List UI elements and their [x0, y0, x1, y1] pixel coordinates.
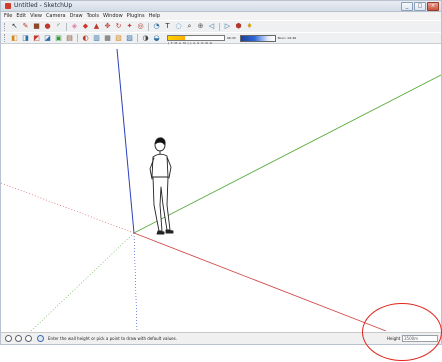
left-view-icon[interactable]: ▤ [65, 34, 74, 43]
toolbar-separator [77, 34, 78, 42]
sketchup-logo-icon [5, 3, 11, 9]
toolbar-separator [137, 34, 138, 42]
tape-measure-icon[interactable]: ◔ [152, 22, 161, 31]
front-view-icon[interactable]: ◩ [32, 34, 41, 43]
info-icon[interactable] [37, 335, 44, 342]
menu-plugins[interactable]: Plugins [127, 12, 145, 20]
zoom-extents-icon[interactable]: ⊕ [196, 22, 205, 31]
scene-canvas[interactable] [1, 45, 441, 331]
next-view-icon[interactable]: ▷ [223, 22, 232, 31]
window-controls: _ □ × [401, 2, 439, 11]
shadow-date-slider[interactable]: J F M A M J J A S O N D [167, 34, 225, 45]
drawing-viewport[interactable] [1, 45, 441, 331]
views-toolbar: ◧ ◨ ◩ ◪ ▣ ▤ ◐ ▥ ▦ ▧ ▨ ◑ ◒ J F M A M J J A S O N D 06:4… [1, 33, 441, 45]
main-toolbar: ↖ ✎ ■ ● ◜ ◈ ◆ ▲ ✥ ↻ ✦ ◎ ◔ T ◌ ⌕ ⊕ ◁ ▷ ⬢ ♦ [1, 21, 441, 32]
get-models-icon[interactable]: ⬢ [234, 22, 243, 31]
window-title: Untitled - SketchUp [14, 2, 73, 9]
menu-draw[interactable]: Draw [70, 12, 83, 20]
xray-icon[interactable]: ◐ [81, 34, 90, 43]
circle-icon[interactable]: ● [43, 22, 52, 31]
time-end-label: 04:46 [287, 36, 297, 40]
green-axis-dotted [30, 232, 135, 331]
time-mid-label: Noon [277, 36, 286, 40]
red-axis-dotted [1, 182, 135, 234]
scale-figure[interactable] [149, 137, 174, 235]
menu-camera[interactable]: Camera [46, 12, 66, 20]
menu-edit[interactable]: Edit [16, 12, 26, 20]
blue-axis-solid [116, 48, 135, 234]
menu-window[interactable]: Window [103, 12, 123, 20]
offset-icon[interactable]: ◎ [136, 22, 145, 31]
move-icon[interactable]: ✥ [103, 22, 112, 31]
time-start-label: 06:43 [227, 36, 236, 40]
menu-view[interactable]: View [30, 12, 42, 20]
back-view-icon[interactable]: ▣ [54, 34, 63, 43]
highlight-circle [362, 303, 442, 361]
geo-location-icon[interactable] [5, 335, 12, 342]
toolbar-grip[interactable] [4, 34, 7, 42]
pencil-icon[interactable]: ✎ [21, 22, 30, 31]
shadow-date-track[interactable]: J F M A M J J A S O N D [167, 35, 225, 45]
red-axis-solid [133, 232, 387, 331]
top-view-icon[interactable]: ◨ [21, 34, 30, 43]
share-model-icon[interactable]: ♦ [245, 22, 254, 31]
green-axis-solid [133, 74, 441, 234]
title-bar: Untitled - SketchUp _ □ × [1, 1, 441, 12]
eraser-icon[interactable]: ◈ [70, 22, 79, 31]
menu-tools[interactable]: Tools [87, 12, 99, 20]
credits-icon[interactable] [15, 335, 22, 342]
toolbar-grip[interactable] [4, 22, 7, 31]
menu-help[interactable]: Help [149, 12, 160, 20]
fog-icon[interactable]: ◒ [152, 34, 161, 43]
user-icon[interactable] [25, 335, 32, 342]
minimize-button[interactable]: _ [401, 2, 413, 11]
toolbar-separator [148, 22, 149, 31]
rectangle-icon[interactable]: ■ [32, 22, 41, 31]
paint-bucket-icon[interactable]: ◆ [81, 22, 90, 31]
previous-view-icon[interactable]: ◁ [207, 22, 216, 31]
shaded-icon[interactable]: ▧ [114, 34, 123, 43]
status-message: Enter the wall height or pick a point to… [48, 336, 177, 341]
hidden-line-icon[interactable]: ▦ [103, 34, 112, 43]
right-view-icon[interactable]: ◪ [43, 34, 52, 43]
select-icon[interactable]: ↖ [10, 22, 19, 31]
toolbar-separator [66, 22, 67, 31]
orbit-icon[interactable]: ◌ [174, 22, 183, 31]
rotate-icon[interactable]: ↻ [114, 22, 123, 31]
menu-file[interactable]: File [4, 12, 12, 20]
text-icon[interactable]: T [163, 22, 172, 31]
toolbar-separator [219, 22, 220, 31]
sketchup-window: Untitled - SketchUp _ □ × File Edit View… [0, 0, 442, 345]
menu-bar: File Edit View Camera Draw Tools Window … [1, 12, 441, 20]
maximize-button[interactable]: □ [414, 2, 426, 11]
push-pull-icon[interactable]: ▲ [92, 22, 101, 31]
zoom-icon[interactable]: ⌕ [185, 22, 194, 31]
shadows-icon[interactable]: ◑ [141, 34, 150, 43]
arc-icon[interactable]: ◜ [54, 22, 63, 31]
textured-icon[interactable]: ▨ [125, 34, 134, 43]
follow-me-icon[interactable]: ✦ [125, 22, 134, 31]
iso-view-icon[interactable]: ◧ [10, 34, 19, 43]
shadow-time-slider[interactable] [239, 34, 276, 42]
blue-axis-dotted [133, 232, 138, 331]
wireframe-icon[interactable]: ▥ [92, 34, 101, 43]
close-button[interactable]: × [427, 2, 439, 11]
